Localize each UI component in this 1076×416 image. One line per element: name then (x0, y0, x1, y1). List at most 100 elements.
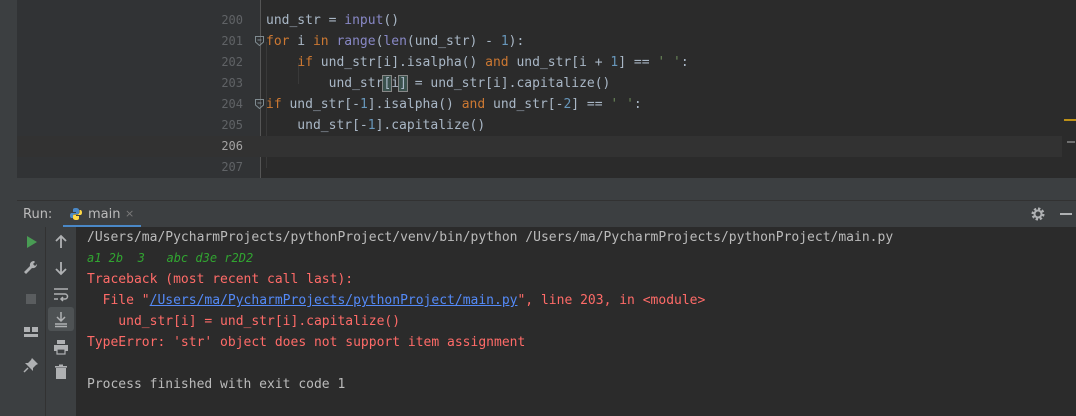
line-number: 201 (221, 34, 243, 48)
code-token: for (266, 34, 290, 49)
error-stripe-mark[interactable] (1064, 119, 1076, 121)
close-icon[interactable]: × (125, 207, 134, 220)
code-token: and (485, 55, 509, 70)
code-token: 1 (500, 34, 509, 49)
code-token: und_str (266, 76, 384, 91)
pin-icon[interactable] (21, 355, 41, 375)
line-number: 204 (221, 97, 243, 111)
code-token: () (383, 13, 400, 28)
code-token: und_str[- (266, 118, 368, 133)
code-text: und_str[-1].capitalize() (266, 115, 485, 136)
console-line: a1 2b 3 abc d3e r2D2 (87, 248, 253, 269)
console-text: und_str[i] = und_str[i].capitalize() (87, 314, 401, 329)
code-token: 1 (359, 97, 368, 112)
code-line[interactable]: 207 (17, 157, 1076, 178)
editor-scrollbar[interactable] (1062, 0, 1076, 178)
console-text: ", line 203, in <module> (517, 293, 706, 308)
tab-main-label: main (88, 207, 121, 222)
print-icon[interactable] (51, 337, 71, 357)
run-tool-window-header: Run: main × (17, 200, 1076, 228)
run-toolbar-secondary (45, 227, 76, 416)
code-token: ] == (618, 55, 658, 70)
line-number: 205 (221, 118, 243, 132)
code-token: : (680, 55, 689, 70)
run-icon[interactable] (21, 232, 41, 252)
code-token: in (312, 34, 329, 49)
code-line[interactable]: 204 if und_str[-1].isalpha() and und_str[… (17, 94, 1076, 115)
run-label: Run: (23, 207, 53, 222)
line-number: 202 (221, 55, 243, 69)
code-token: = und_str[i].capitalize() (406, 76, 611, 91)
code-token: ].capitalize() (375, 118, 486, 133)
console-line: und_str[i] = und_str[i].capitalize() (87, 311, 400, 332)
python-icon (70, 208, 82, 220)
code-line[interactable]: 200 und_str = input() (17, 10, 1076, 31)
code-text: und_str = input() (266, 10, 399, 31)
code-token: ] == (571, 97, 611, 112)
code-text: und_str[i] = und_str[i].capitalize() (266, 73, 610, 94)
wrench-icon[interactable] (21, 258, 41, 278)
console-line: File "/Users/ma/PycharmProjects/pythonPr… (87, 290, 706, 311)
console-line: Process finished with exit code 1 (87, 374, 345, 395)
fold-icon[interactable] (255, 99, 264, 109)
soft-wrap-icon[interactable] (51, 284, 71, 304)
line-number: 203 (221, 76, 243, 90)
code-token: i (391, 76, 400, 91)
code-token: input (344, 13, 384, 28)
line-number: 206 (221, 139, 243, 153)
code-token: ): (508, 34, 525, 49)
code-token: ] (398, 75, 408, 92)
code-token: und_str[- (281, 97, 360, 112)
console-text: a1 2b 3 abc d3e r2D2 (87, 251, 254, 265)
code-token: len (383, 34, 407, 49)
panel-divider[interactable] (17, 178, 1076, 200)
code-line[interactable]: 205 und_str[-1].capitalize() (17, 115, 1076, 136)
file-link[interactable]: /Users/ma/PycharmProjects/pythonProject/… (150, 293, 518, 308)
console-text: File " (87, 293, 150, 308)
console-text: Traceback (most recent call last): (87, 272, 354, 287)
console-line: TypeError: 'str' object does not support… (87, 332, 525, 353)
code-token: und_str[i].isalpha() (312, 55, 486, 70)
code-text: if und_str[i].isalpha() and und_str[i + … (266, 52, 689, 73)
code-token: und_str = (266, 13, 345, 28)
fold-icon[interactable] (255, 36, 264, 46)
console-text: /Users/ma/PycharmProjects/pythonProject/… (87, 230, 894, 245)
code-token: and (461, 97, 486, 112)
code-token: : (633, 97, 642, 112)
tab-main[interactable]: main × (63, 201, 141, 228)
console-text: Process finished with exit code 1 (87, 377, 346, 392)
code-line[interactable]: 202 if und_str[i].isalpha() and und_str[… (17, 52, 1076, 73)
code-token: und_str[- (485, 97, 564, 112)
code-line[interactable]: 206 (17, 136, 1076, 157)
code-token: (und_str) - (406, 34, 501, 49)
code-editor[interactable]: 200 und_str = input() 201 for i in range(le… (17, 0, 1076, 178)
stop-icon[interactable] (21, 289, 41, 309)
code-token: ' ' (610, 97, 634, 112)
code-token: und_str[i + (508, 55, 611, 70)
hide-icon[interactable] (1060, 213, 1072, 215)
line-number: 200 (221, 13, 243, 27)
scroll-to-end-icon[interactable] (48, 307, 74, 331)
gear-icon[interactable] (1030, 206, 1046, 222)
code-line[interactable]: 203 und_str[i] = und_str[i].capitalize() (17, 73, 1076, 94)
arrow-down-icon[interactable] (51, 258, 71, 278)
left-tool-strip (0, 0, 17, 416)
code-token: 1 (367, 118, 376, 133)
run-toolbar-primary (17, 227, 45, 416)
code-token: if (266, 97, 282, 112)
code-text: for i in range(len(und_str) - 1): (266, 31, 524, 52)
layout-icon[interactable] (21, 322, 41, 342)
code-token: if (297, 55, 313, 70)
code-token: range (336, 34, 376, 49)
code-text: if und_str[-1].isalpha() and und_str[-2]… (266, 94, 642, 115)
console-text: TypeError: 'str' object does not support… (87, 335, 526, 350)
trash-icon[interactable] (51, 362, 71, 382)
code-line[interactable]: 201 for i in range(len(und_str) - 1): (17, 31, 1076, 52)
line-number: 207 (221, 160, 243, 174)
code-token: i (289, 34, 313, 49)
console-line: /Users/ma/PycharmProjects/pythonProject/… (87, 227, 893, 248)
scroll-thumb[interactable] (1067, 141, 1075, 143)
console-output[interactable]: /Users/ma/PycharmProjects/pythonProject/… (76, 227, 1076, 416)
arrow-up-icon[interactable] (51, 232, 71, 252)
